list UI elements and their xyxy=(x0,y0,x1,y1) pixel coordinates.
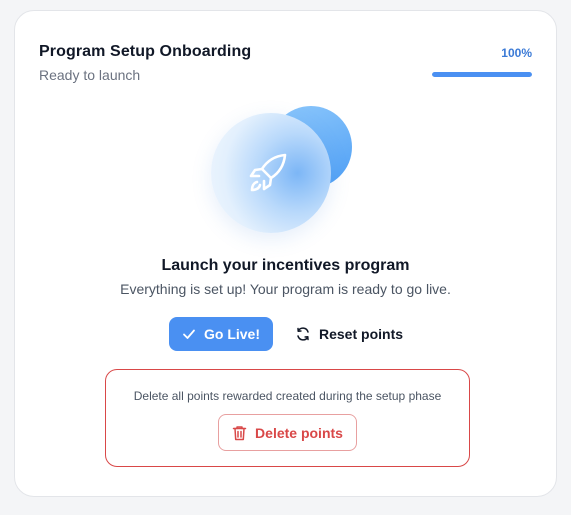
go-live-label: Go Live! xyxy=(203,326,260,342)
hero-illustration xyxy=(15,11,556,251)
onboarding-card: Program Setup Onboarding Ready to launch… xyxy=(14,10,557,497)
check-icon xyxy=(182,327,196,341)
go-live-button[interactable]: Go Live! xyxy=(169,317,273,351)
reset-points-button[interactable]: Reset points xyxy=(287,317,411,351)
content-headline: Launch your incentives program xyxy=(161,257,410,274)
danger-zone: Delete all points rewarded created durin… xyxy=(105,369,470,467)
content-description: Everything is set up! Your program is re… xyxy=(120,281,451,297)
delete-points-button[interactable]: Delete points xyxy=(218,414,357,451)
rocket-icon xyxy=(241,145,297,201)
delete-points-label: Delete points xyxy=(255,424,343,441)
danger-zone-text: Delete all points rewarded created durin… xyxy=(133,389,442,403)
refresh-icon xyxy=(295,326,311,342)
trash-icon xyxy=(232,425,247,441)
reset-points-label: Reset points xyxy=(319,326,404,342)
